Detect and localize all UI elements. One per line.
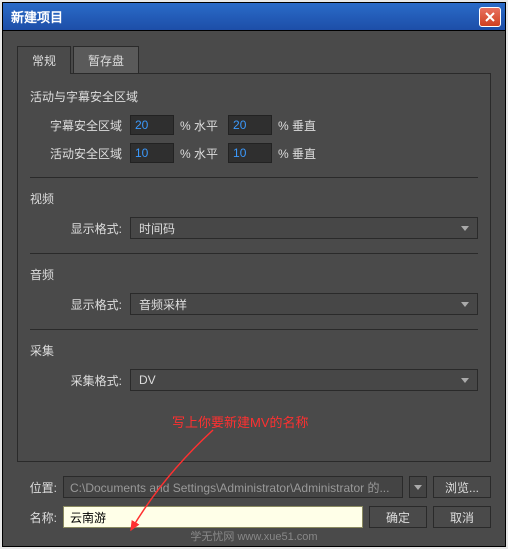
titlebar[interactable]: 新建项目 [3, 3, 505, 31]
safe-area-title: 活动与字幕安全区域 [30, 88, 478, 105]
chevron-down-icon [461, 378, 469, 383]
new-project-dialog: 新建项目 常规 暂存盘 活动与字幕安全区域 字幕安全区域 % 水平 % 垂直 活… [2, 2, 506, 547]
video-format-value: 时间码 [139, 220, 461, 237]
capture-title: 采集 [30, 342, 478, 359]
pct-v-label: % 垂直 [278, 117, 316, 134]
video-title: 视频 [30, 190, 478, 207]
video-format-dropdown[interactable]: 时间码 [130, 217, 478, 239]
chevron-down-icon [461, 302, 469, 307]
audio-format-label: 显示格式: [30, 296, 130, 313]
subtitle-safe-label: 字幕安全区域 [30, 117, 130, 134]
pct-h-label: % 水平 [180, 117, 218, 134]
divider [30, 329, 478, 330]
location-label: 位置: [17, 479, 57, 496]
window-title: 新建项目 [7, 7, 479, 26]
close-icon [485, 12, 495, 22]
annotation-text: 写上你要新建MV的名称 [172, 412, 309, 431]
divider [30, 253, 478, 254]
audio-format-value: 音频采样 [139, 296, 461, 313]
tab-panel: 活动与字幕安全区域 字幕安全区域 % 水平 % 垂直 活动安全区域 % 水平 %… [17, 73, 491, 462]
chevron-down-icon [461, 226, 469, 231]
pct-v-label-2: % 垂直 [278, 145, 316, 162]
action-safe-label: 活动安全区域 [30, 145, 130, 162]
name-input[interactable] [63, 506, 363, 528]
action-safe-v-input[interactable] [228, 143, 272, 163]
location-path: C:\Documents and Settings\Administrator\… [63, 476, 403, 498]
name-label: 名称: [17, 509, 57, 526]
audio-title: 音频 [30, 266, 478, 283]
subtitle-safe-v-input[interactable] [228, 115, 272, 135]
chevron-down-icon [414, 485, 422, 490]
tab-general[interactable]: 常规 [17, 46, 71, 74]
tab-bar: 常规 暂存盘 [17, 45, 491, 73]
pct-h-label-2: % 水平 [180, 145, 218, 162]
capture-format-dropdown[interactable]: DV [130, 369, 478, 391]
subtitle-safe-h-input[interactable] [130, 115, 174, 135]
action-safe-h-input[interactable] [130, 143, 174, 163]
capture-format-value: DV [139, 373, 461, 387]
divider [30, 177, 478, 178]
browse-button[interactable]: 浏览... [433, 476, 491, 498]
close-button[interactable] [479, 7, 501, 27]
location-dropdown-button[interactable] [409, 476, 427, 498]
ok-button[interactable]: 确定 [369, 506, 427, 528]
video-format-label: 显示格式: [30, 220, 130, 237]
tab-scratch[interactable]: 暂存盘 [73, 46, 139, 74]
capture-format-label: 采集格式: [30, 372, 130, 389]
audio-format-dropdown[interactable]: 音频采样 [130, 293, 478, 315]
cancel-button[interactable]: 取消 [433, 506, 491, 528]
